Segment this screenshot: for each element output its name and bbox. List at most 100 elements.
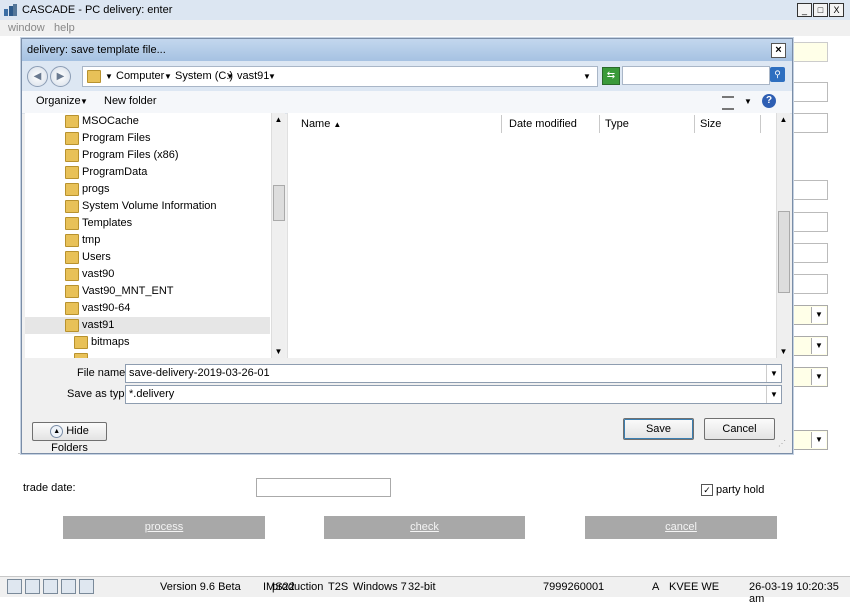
tree-item[interactable]: System Volume Information bbox=[25, 198, 270, 215]
column-name[interactable]: Name ▲ bbox=[296, 115, 502, 133]
save-button[interactable]: Save bbox=[623, 418, 694, 440]
chevron-down-icon: ▼ bbox=[164, 72, 172, 81]
breadcrumb-folder[interactable]: vast91 bbox=[237, 70, 269, 82]
chevron-down-icon[interactable]: ▼ bbox=[766, 365, 781, 382]
scroll-thumb[interactable] bbox=[778, 211, 790, 293]
menu-window[interactable]: window bbox=[8, 22, 45, 34]
status-version: Version 9.6 Beta bbox=[160, 581, 241, 593]
folder-icon bbox=[74, 336, 88, 349]
tool-icon-5[interactable] bbox=[79, 579, 94, 594]
search-icon[interactable]: ⚲ bbox=[770, 67, 785, 82]
close-window-button[interactable]: X bbox=[829, 3, 844, 17]
bg-field-4[interactable] bbox=[792, 180, 828, 200]
bg-field-1[interactable] bbox=[792, 42, 828, 62]
menu-help[interactable]: help bbox=[54, 22, 75, 34]
search-input[interactable] bbox=[622, 66, 770, 85]
tree-scrollbar[interactable]: ▲ ▼ bbox=[271, 113, 285, 358]
folder-icon bbox=[65, 149, 79, 162]
forward-icon[interactable]: ▶ bbox=[50, 66, 71, 87]
column-date-modified[interactable]: Date modified bbox=[504, 115, 600, 133]
tree-item[interactable]: Program Files (x86) bbox=[25, 147, 270, 164]
bg-field-5[interactable] bbox=[792, 212, 828, 232]
breadcrumb-computer[interactable]: Computer bbox=[116, 70, 164, 82]
tool-icon-3[interactable] bbox=[43, 579, 58, 594]
bg-select-4[interactable]: ▼ bbox=[792, 430, 828, 450]
scroll-up-icon[interactable]: ▲ bbox=[272, 113, 285, 126]
tree-item[interactable]: tmp bbox=[25, 232, 270, 249]
column-type[interactable]: Type bbox=[600, 115, 695, 133]
resize-grip-icon[interactable]: ⋰ bbox=[778, 439, 788, 449]
scroll-up-icon[interactable]: ▲ bbox=[777, 113, 790, 126]
tool-icon-4[interactable] bbox=[61, 579, 76, 594]
address-dropdown-icon[interactable]: ▼ bbox=[583, 72, 591, 81]
folder-icon bbox=[65, 166, 79, 179]
tree-item[interactable]: progs bbox=[25, 181, 270, 198]
cancel-dialog-button[interactable]: Cancel bbox=[704, 418, 775, 440]
bg-field-7[interactable] bbox=[792, 274, 828, 294]
bg-field-6[interactable] bbox=[792, 243, 828, 263]
tree-item[interactable]: Users bbox=[25, 249, 270, 266]
list-scrollbar[interactable]: ▲ ▼ bbox=[776, 113, 790, 358]
folder-icon bbox=[65, 217, 79, 230]
party-hold-checkbox[interactable]: ✓ bbox=[701, 484, 713, 496]
chevron-down-icon: ▼ bbox=[811, 338, 826, 354]
dialog-title: delivery: save template file... bbox=[27, 44, 166, 56]
minimize-button[interactable]: _ bbox=[797, 3, 812, 17]
refresh-icon[interactable]: ⇆ bbox=[602, 67, 620, 85]
chevron-down-icon: ▼ bbox=[268, 72, 276, 81]
status-datetime: 26-03-19 10:20:35 am bbox=[749, 581, 839, 605]
tool-icon-2[interactable] bbox=[25, 579, 40, 594]
address-bar-row: ◀ ▶ ▼ Computer ▼ System (C:) ▼ vast91 ▼ … bbox=[22, 61, 792, 91]
file-list[interactable]: Name ▲ Date modified Type Size ▲ ▼ bbox=[287, 113, 790, 358]
organize-button[interactable]: Organize bbox=[36, 95, 81, 107]
tree-item-partial[interactable] bbox=[25, 351, 270, 358]
tree-item[interactable]: bitmaps bbox=[25, 334, 270, 351]
check-button[interactable]: check bbox=[324, 516, 525, 539]
status-os: Windows 7 bbox=[353, 581, 407, 593]
tree-item-selected[interactable]: vast91 bbox=[25, 317, 270, 334]
scroll-thumb[interactable] bbox=[273, 185, 285, 221]
maximize-button[interactable]: □ bbox=[813, 3, 828, 17]
folder-icon bbox=[65, 268, 79, 281]
cancel-button[interactable]: cancel bbox=[585, 516, 777, 539]
column-size[interactable]: Size bbox=[695, 115, 761, 133]
chevron-down-icon[interactable]: ▼ bbox=[744, 97, 752, 106]
tree-item[interactable]: Vast90_MNT_ENT bbox=[25, 283, 270, 300]
window-title: CASCADE - PC delivery: enter bbox=[22, 4, 173, 16]
chevron-down-icon[interactable]: ▼ bbox=[766, 386, 781, 403]
lock-folder-icon bbox=[65, 115, 79, 128]
window-title-bar: CASCADE - PC delivery: enter _ □ X bbox=[0, 0, 850, 21]
save-type-select[interactable]: *.delivery ▼ bbox=[125, 385, 782, 404]
dialog-close-button[interactable]: × bbox=[771, 43, 786, 58]
tree-item[interactable]: MSOCache bbox=[25, 113, 270, 130]
folder-icon bbox=[65, 234, 79, 247]
file-name-label: File name: bbox=[77, 367, 129, 379]
view-options-icon[interactable] bbox=[722, 96, 734, 110]
hide-folders-button[interactable]: ▲ Hide Folders bbox=[32, 422, 107, 454]
tree-item[interactable]: vast90 bbox=[25, 266, 270, 283]
process-button[interactable]: process bbox=[63, 516, 265, 539]
address-bar[interactable]: ▼ Computer ▼ System (C:) ▼ vast91 ▼ ▼ bbox=[82, 66, 598, 87]
scroll-down-icon[interactable]: ▼ bbox=[777, 345, 790, 358]
new-folder-button[interactable]: New folder bbox=[104, 95, 157, 107]
back-icon[interactable]: ◀ bbox=[27, 66, 48, 87]
bg-select-3[interactable]: ▼ bbox=[792, 367, 828, 387]
bg-select-2[interactable]: ▼ bbox=[792, 336, 828, 356]
tree-item[interactable]: ProgramData bbox=[25, 164, 270, 181]
bg-field-2[interactable] bbox=[792, 82, 828, 102]
help-icon[interactable]: ? bbox=[762, 94, 776, 108]
tree-item[interactable]: Program Files bbox=[25, 130, 270, 147]
tree-item[interactable]: vast90-64 bbox=[25, 300, 270, 317]
tree-item[interactable]: Templates bbox=[25, 215, 270, 232]
dialog-toolbar: Organize ▼ New folder ▼ ? bbox=[22, 91, 792, 114]
breadcrumb-drive[interactable]: System (C:) bbox=[175, 70, 233, 82]
bg-field-3[interactable] bbox=[792, 113, 828, 133]
status-bits: 32-bit bbox=[408, 581, 436, 593]
tool-icon-1[interactable] bbox=[7, 579, 22, 594]
status-number: 7999260001 bbox=[543, 581, 605, 593]
scroll-down-icon[interactable]: ▼ bbox=[272, 345, 285, 358]
folder-tree[interactable]: MSOCache Program Files Program Files (x8… bbox=[25, 113, 285, 358]
bg-select-1[interactable]: ▼ bbox=[792, 305, 828, 325]
trade-date-input[interactable] bbox=[256, 478, 391, 497]
file-name-input[interactable]: save-delivery-2019-03-26-01 ▼ bbox=[125, 364, 782, 383]
